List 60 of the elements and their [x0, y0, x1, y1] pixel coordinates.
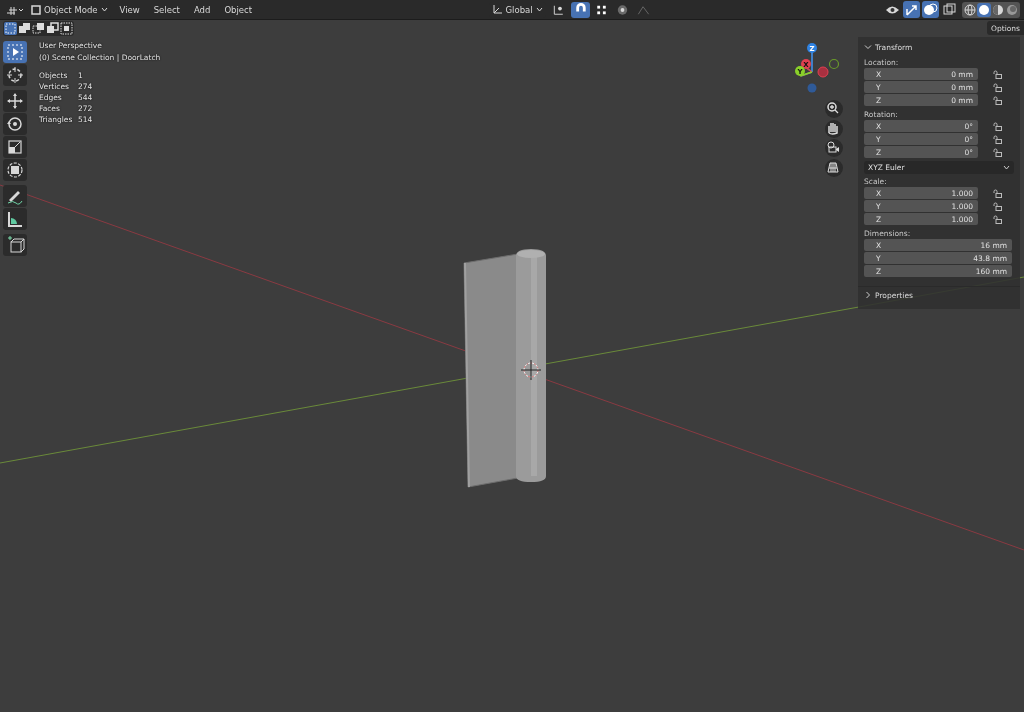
zoom-icon: [825, 100, 841, 116]
chevron-down-icon: [864, 43, 872, 51]
menu-item[interactable]: Select: [148, 4, 185, 15]
overlays-icon[interactable]: [922, 1, 939, 18]
tool-button[interactable]: [3, 90, 27, 112]
ruler-icon: [5, 209, 25, 229]
chevron-down-icon: [535, 6, 543, 13]
select-mode-icon: [18, 22, 31, 35]
tool-button[interactable]: [3, 185, 27, 207]
chevron-down-icon: [100, 6, 108, 13]
select-mode-icon: [4, 22, 17, 35]
select-mode-icon: [60, 22, 73, 35]
solid-sphere-icon[interactable]: [977, 2, 991, 17]
padlock-open-icon[interactable]: [993, 134, 1002, 144]
padlock-open-icon[interactable]: [993, 82, 1002, 92]
transform-icon: [5, 160, 25, 180]
tool-button[interactable]: [3, 136, 27, 158]
axes-icon: [491, 4, 503, 15]
select-mode-button[interactable]: [60, 22, 73, 35]
tool-button[interactable]: [3, 234, 27, 256]
chevron-right-icon: [864, 291, 872, 299]
padlock-open-icon[interactable]: [993, 188, 1002, 198]
padlock-open-icon[interactable]: [993, 121, 1002, 131]
chevron-down-icon: [1003, 164, 1010, 171]
tool-button[interactable]: [3, 41, 27, 63]
move-arrows-icon: [5, 91, 25, 111]
navigation-button[interactable]: [825, 139, 843, 157]
rotate-icon: [5, 114, 25, 134]
select-box-icon: [5, 42, 25, 62]
select-mode-button[interactable]: [32, 22, 45, 35]
padlock-open-icon[interactable]: [993, 147, 1002, 157]
cursor-icon: [5, 65, 25, 85]
select-mode-icon: [46, 22, 59, 35]
rendered-sphere-icon[interactable]: [1005, 2, 1019, 17]
menu-item[interactable]: Object: [219, 4, 258, 15]
wireframe-sphere-icon[interactable]: [963, 2, 977, 17]
origin-cursor: [520, 359, 542, 381]
material-sphere-icon[interactable]: [991, 2, 1005, 17]
tool-button[interactable]: [3, 159, 27, 181]
xray-icon[interactable]: [941, 1, 958, 18]
navigation-button[interactable]: [825, 100, 843, 118]
tool-button[interactable]: [3, 64, 27, 86]
select-mode-button[interactable]: [18, 22, 31, 35]
menu-item[interactable]: Add: [188, 4, 216, 15]
magnet-icon[interactable]: [570, 1, 590, 18]
tool-button[interactable]: [3, 113, 27, 135]
add-cube-icon: [5, 235, 25, 255]
scale-icon: [5, 137, 25, 157]
select-mode-icon: [32, 22, 45, 35]
object-mode-icon: [31, 4, 41, 15]
padlock-open-icon[interactable]: [993, 214, 1002, 224]
gizmo-arrows-icon[interactable]: [903, 1, 920, 18]
padlock-open-icon[interactable]: [993, 201, 1002, 211]
tool-button[interactable]: [3, 208, 27, 230]
select-mode-button[interactable]: [46, 22, 59, 35]
hinge-model[interactable]: [463, 249, 546, 488]
camera-icon: [825, 139, 841, 155]
padlock-open-icon[interactable]: [993, 69, 1002, 79]
padlock-open-icon[interactable]: [993, 95, 1002, 105]
menu-item[interactable]: View: [114, 4, 145, 15]
